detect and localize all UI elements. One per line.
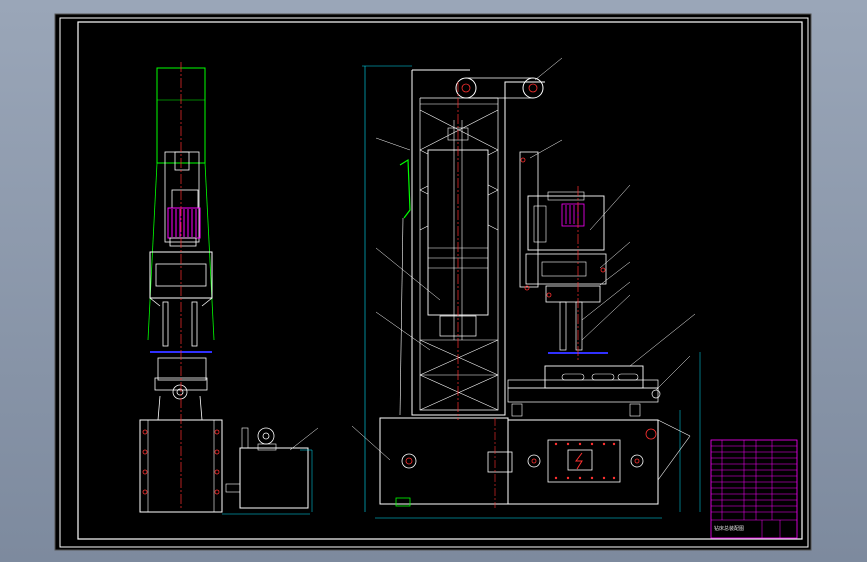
drawing-title: 钻床总装配图 <box>714 525 744 532</box>
drawing-canvas: 钻床总装配图 <box>54 13 812 551</box>
cad-viewport[interactable]: 钻床总装配图 <box>0 0 867 562</box>
title-block: 钻床总装配图 <box>710 439 798 539</box>
